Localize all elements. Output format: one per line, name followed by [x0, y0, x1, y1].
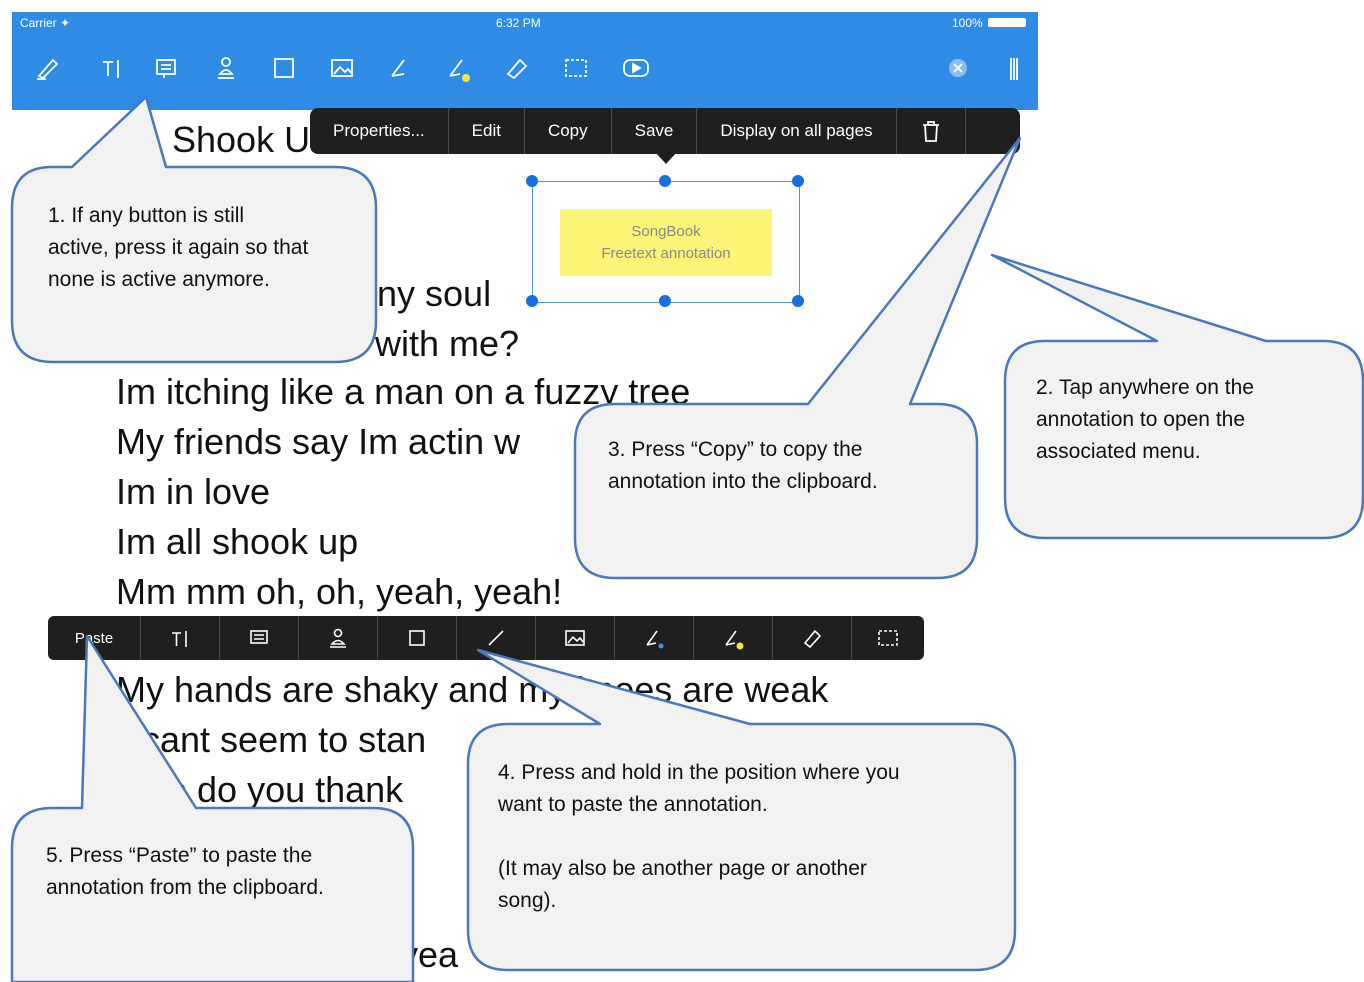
callout-4-text: 4. Press and hold in the position where … [498, 761, 900, 912]
callout-2-text: 2. Tap anywhere on the annotation to ope… [1036, 376, 1254, 463]
callout-1-text: 1. If any button is still active, press … [48, 204, 309, 291]
callout-5-text: 5. Press “Paste” to paste the annotation… [46, 844, 324, 899]
callout-5-shape [10, 634, 415, 982]
callout-3-text: 3. Press “Copy” to copy the annotation i… [608, 438, 878, 493]
callout-3-shape [573, 136, 1022, 580]
